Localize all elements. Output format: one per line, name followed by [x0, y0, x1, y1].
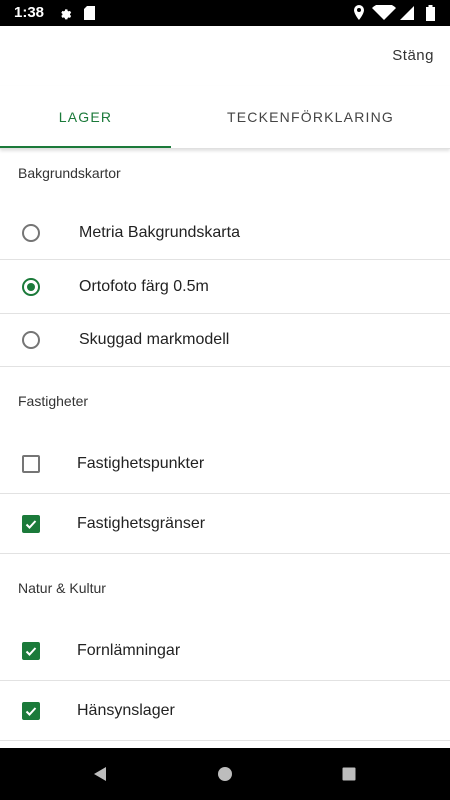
status-bar: 1:38 [0, 0, 450, 26]
checkbox-row-hansynslager[interactable]: Hänsynslager [0, 681, 450, 740]
back-triangle-icon [94, 767, 106, 781]
tab-bar: LAGER TECKENFÖRKLARING [0, 86, 450, 149]
check-icon [25, 647, 37, 656]
checkbox[interactable] [22, 455, 40, 473]
radio-label: Ortofoto färg 0.5m [79, 278, 209, 295]
divider [0, 366, 450, 367]
status-time: 1:38 [14, 4, 45, 21]
close-button[interactable]: Stäng [392, 47, 434, 64]
checkbox-label: Fastighetsgränser [77, 515, 206, 532]
radio-label: Skuggad markmodell [79, 331, 230, 348]
radio-button-selected[interactable] [22, 278, 40, 296]
checkbox-checked[interactable] [22, 702, 40, 720]
checkbox-label: Fornlämningar [77, 642, 181, 659]
checkbox-label: Fastighetspunkter [77, 455, 205, 472]
radio-button[interactable] [22, 331, 40, 349]
status-icons [354, 5, 435, 21]
battery-icon [426, 5, 435, 21]
recents-button[interactable] [324, 748, 374, 800]
radio-row-metria[interactable]: Metria Bakgrundskarta [0, 207, 450, 259]
checkbox-label: Hänsynslager [77, 702, 175, 719]
checkbox-row-fastighetspunkter[interactable]: Fastighetspunkter [0, 434, 450, 493]
radio-label: Metria Bakgrundskarta [79, 224, 240, 241]
check-icon [25, 707, 37, 716]
radio-button[interactable] [22, 224, 40, 242]
tab-legend[interactable]: TECKENFÖRKLARING [171, 86, 450, 148]
signal-icon [400, 6, 414, 20]
divider [0, 553, 450, 554]
tab-layers[interactable]: LAGER [0, 86, 171, 148]
wifi-icon [372, 5, 396, 20]
home-circle-icon [218, 767, 232, 781]
section-header-properties: Fastigheter [18, 393, 89, 409]
checkbox-row-fornlamningar[interactable]: Fornlämningar [0, 621, 450, 680]
checkbox-row-fastighetsgranser[interactable]: Fastighetsgränser [0, 494, 450, 553]
settings-gear-icon [61, 9, 72, 20]
back-button[interactable] [75, 748, 125, 800]
tab-indicator [0, 146, 171, 148]
home-button[interactable] [200, 748, 250, 800]
divider [0, 740, 450, 741]
radio-row-ortofoto[interactable]: Ortofoto färg 0.5m [0, 260, 450, 313]
checkbox-checked[interactable] [22, 515, 40, 533]
system-nav-bar [0, 748, 450, 800]
checkbox-checked[interactable] [22, 642, 40, 660]
sd-card-icon [84, 6, 95, 20]
radio-row-skuggad[interactable]: Skuggad markmodell [0, 314, 450, 366]
location-icon [354, 5, 364, 20]
check-icon [25, 520, 37, 529]
section-header-background-maps: Bakgrundskartor [18, 165, 121, 181]
app-bar: Stäng [0, 26, 450, 86]
recents-square-icon [342, 767, 356, 781]
section-header-nature-culture: Natur & Kultur [18, 580, 106, 596]
